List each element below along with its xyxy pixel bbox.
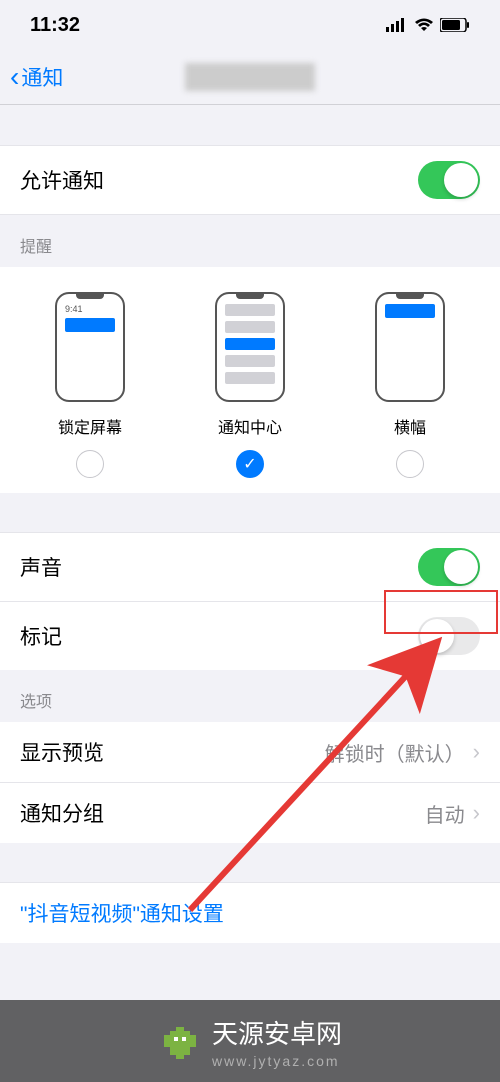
check-circle[interactable]	[76, 450, 104, 478]
wifi-icon	[414, 18, 434, 32]
allow-notifications-toggle[interactable]	[418, 161, 480, 199]
alert-option-lock-screen[interactable]: 9:41 锁定屏幕	[55, 292, 125, 478]
check-circle[interactable]	[396, 450, 424, 478]
alert-option-banner[interactable]: 横幅	[375, 292, 445, 478]
alert-label: 横幅	[394, 414, 426, 438]
notification-grouping-cell[interactable]: 通知分组 自动 ›	[0, 783, 500, 843]
show-preview-cell[interactable]: 显示预览 解锁时（默认） ›	[0, 722, 500, 783]
status-time: 11:32	[30, 14, 80, 37]
back-button[interactable]: ‹ 通知	[0, 61, 63, 93]
nav-bar: ‹ 通知	[0, 50, 500, 105]
grouping-label: 通知分组	[20, 798, 104, 828]
badges-cell: 标记	[0, 602, 500, 670]
options-header: 选项	[0, 670, 500, 722]
show-preview-value: 解锁时（默认）	[325, 738, 465, 767]
lock-screen-mock-icon: 9:41	[55, 292, 125, 402]
chevron-right-icon: ›	[473, 800, 480, 826]
show-preview-label: 显示预览	[20, 737, 104, 767]
watermark-url: www.jytyaz.com	[212, 1053, 342, 1069]
badges-toggle[interactable]	[418, 617, 480, 655]
sounds-label: 声音	[20, 552, 62, 582]
battery-icon	[440, 18, 470, 32]
status-icons	[386, 18, 470, 32]
sounds-toggle[interactable]	[418, 548, 480, 586]
status-bar: 11:32	[0, 0, 500, 50]
chevron-left-icon: ‹	[10, 61, 19, 93]
watermark: 天源安卓网 www.jytyaz.com	[0, 1000, 500, 1082]
banner-mock-icon	[375, 292, 445, 402]
nav-title-redacted	[185, 63, 315, 91]
app-settings-label: "抖音短视频"通知设置	[20, 898, 224, 928]
sounds-cell: 声音	[0, 533, 500, 602]
grouping-value: 自动	[425, 799, 465, 828]
allow-notifications-label: 允许通知	[20, 165, 104, 195]
alert-label: 锁定屏幕	[58, 414, 122, 438]
watermark-logo-icon	[158, 1019, 202, 1063]
alert-option-notification-center[interactable]: 通知中心 ✓	[215, 292, 285, 478]
allow-notifications-cell: 允许通知	[0, 145, 500, 215]
notification-center-mock-icon	[215, 292, 285, 402]
badges-label: 标记	[20, 621, 62, 651]
alert-label: 通知中心	[218, 414, 282, 438]
alert-styles-row: 9:41 锁定屏幕 通知中心 ✓ 横幅	[0, 267, 500, 493]
alerts-header: 提醒	[0, 215, 500, 267]
back-label: 通知	[21, 62, 63, 92]
chevron-right-icon: ›	[473, 739, 480, 765]
app-notification-settings-cell[interactable]: "抖音短视频"通知设置	[0, 883, 500, 943]
watermark-title: 天源安卓网	[212, 1014, 342, 1051]
cellular-icon	[386, 18, 408, 32]
check-circle-checked[interactable]: ✓	[236, 450, 264, 478]
